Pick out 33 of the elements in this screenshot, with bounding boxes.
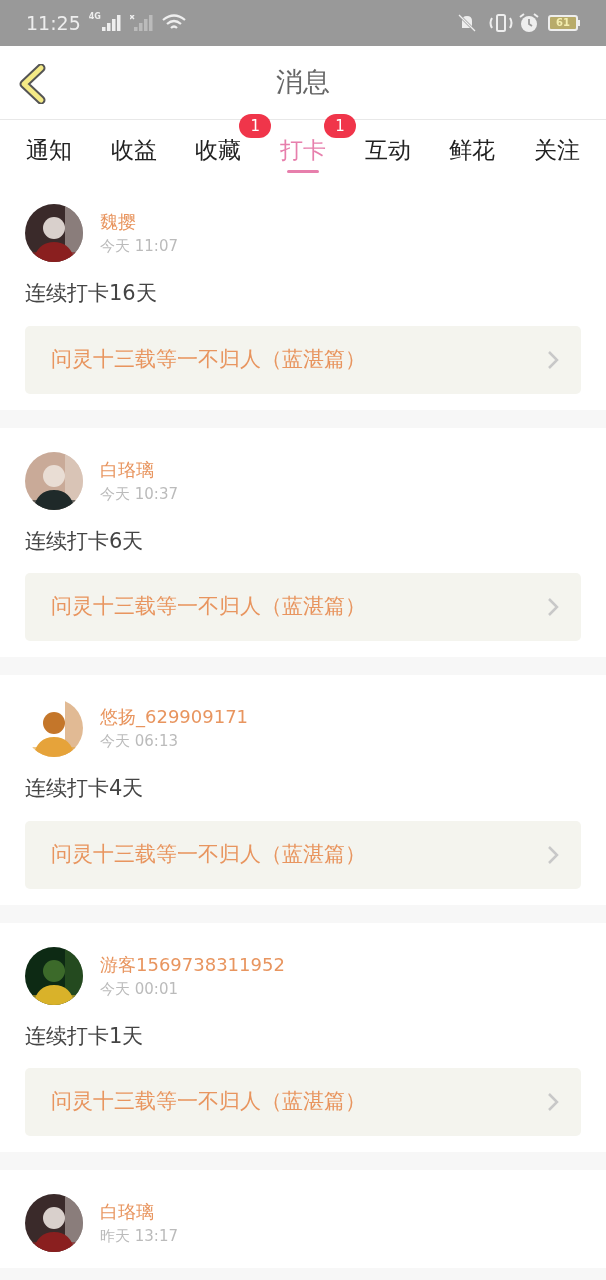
user-name: 游客1569738311952 [100,952,285,977]
user-name: 魏撄 [100,210,137,234]
chevron-right-icon [547,1092,559,1112]
message-time: 今天 06:13 [100,731,179,752]
network-label: 4G [88,11,101,23]
clock: 11:25 [26,10,81,36]
vibrate-icon [488,13,514,33]
user-name: 白珞璃 [100,1200,155,1224]
message-text: 连续打卡16天 [25,280,158,307]
battery-icon: 61 [548,15,580,31]
user-name: 白珞璃 [100,457,155,482]
signal-icon [129,15,154,31]
tab[interactable]: 关注 [521,120,592,180]
message-time: 昨天 13:17 [100,1226,178,1247]
chevron-right-icon [547,844,559,865]
message-text: 连续打卡6天 [25,527,145,555]
tab[interactable]: 收益 [98,120,169,180]
message-text: 连续打卡1天 [25,1022,145,1050]
user-name: 悠扬_629909171 [100,705,249,730]
page-title: 消息 [276,65,330,100]
back-icon [17,64,47,104]
tab[interactable]: 通知 [14,120,84,180]
badge: 1 [323,114,356,138]
tab[interactable]: 鲜花 [437,120,508,180]
signal-icon [101,15,122,31]
chevron-right-icon [547,597,559,617]
message-time: 今天 10:37 [100,483,178,505]
message-time: 今天 11:07 [100,236,178,257]
message-text: 连续打卡4天 [25,775,145,802]
badge: 1 [239,114,272,138]
chevron-right-icon [547,349,559,370]
alarm-icon [518,12,540,34]
message-time: 今天 00:01 [100,978,179,1000]
